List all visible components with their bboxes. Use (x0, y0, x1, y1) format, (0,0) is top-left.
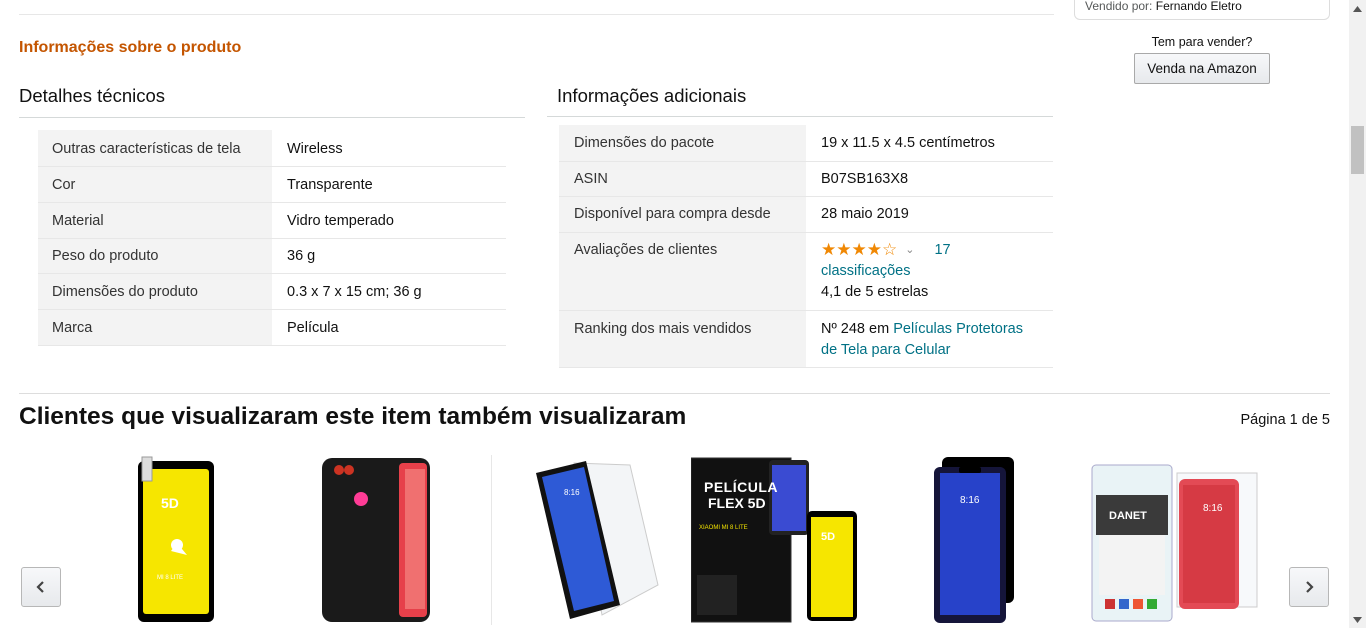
page-scrollbar[interactable] (1349, 0, 1366, 628)
page-indicator: Página 1 de 5 (1240, 412, 1331, 428)
spec-key: Avaliações de clientes (559, 232, 806, 311)
additional-info-table: Dimensões do pacote 19 x 11.5 x 4.5 cent… (559, 125, 1053, 368)
package-subtext: XIAOMI MI 8 LITE (699, 525, 748, 531)
spec-key: ASIN (559, 161, 806, 197)
star-full-icon: ★ (851, 240, 867, 259)
sell-question: Tem para vender? (1151, 35, 1253, 49)
spec-value: 36 g (272, 238, 506, 274)
package-title-1: PELÍCULA (704, 479, 778, 495)
table-row: Outras características de tela Wireless (38, 130, 506, 167)
rating-text: 4,1 de 5 estrelas (821, 283, 929, 300)
carousel-next-button[interactable] (1289, 567, 1329, 607)
product-badge: 5D (821, 531, 836, 543)
spec-key: Dimensões do produto (38, 273, 272, 310)
table-row: Avaliações de clientes ★ ★ ★ ★ ☆ ⌄ 17 cl… (559, 232, 1053, 311)
rating-count-number[interactable]: 17 (934, 240, 950, 261)
spec-value: Wireless (272, 130, 506, 167)
ranking-cell: Nº 248 em Películas Protetoras de Tela p… (806, 310, 1053, 368)
table-row: Marca Película (38, 309, 506, 346)
table-row: Disponível para compra desde 28 maio 201… (559, 196, 1053, 233)
package-title-2: FLEX 5D (708, 495, 766, 511)
sold-by-label: Vendido por: (1085, 0, 1153, 13)
star-rating[interactable]: ★ ★ ★ ★ ☆ (821, 241, 897, 259)
screen-time: 8:16 (1203, 503, 1223, 514)
scroll-down-arrow-icon[interactable] (1349, 611, 1366, 628)
section-divider (19, 393, 1330, 394)
spec-value: 19 x 11.5 x 4.5 centímetros (806, 125, 1053, 162)
spec-key: Cor (38, 166, 272, 203)
spec-key: Dimensões do pacote (559, 125, 806, 162)
carousel-product-5[interactable]: 8:16 (931, 455, 1015, 628)
chevron-right-icon (1306, 581, 1314, 593)
danet-film-package-icon (1091, 464, 1258, 622)
spec-key: Material (38, 202, 272, 239)
svg-text:8:16: 8:16 (564, 488, 580, 497)
table-row: Dimensões do pacote 19 x 11.5 x 4.5 cent… (559, 125, 1053, 162)
seller-box: Vendido por: Fernando Eletro (1074, 0, 1330, 20)
spec-key: Ranking dos mais vendidos (559, 310, 806, 368)
phone-glass-film-icon: 8:16 (536, 461, 659, 619)
star-full-icon: ★ (866, 240, 882, 259)
sold-by-text: Vendido por: Fernando Eletro (1085, 0, 1242, 13)
star-empty-icon: ☆ (882, 240, 898, 259)
table-row: ASIN B07SB163X8 (559, 161, 1053, 197)
sell-on-amazon-button[interactable]: Venda na Amazon (1134, 53, 1270, 84)
additional-heading-rule (547, 116, 1053, 117)
top-divider (19, 14, 1054, 15)
technical-heading-rule (19, 117, 525, 118)
spec-key: Disponível para compra desde (559, 196, 806, 233)
technical-details-heading: Detalhes técnicos (19, 85, 166, 106)
scrollbar-thumb[interactable] (1351, 126, 1364, 174)
package-brand: DANET (1109, 510, 1147, 522)
carousel-product-3[interactable]: 8:16 (534, 455, 660, 628)
star-full-icon: ★ (836, 240, 852, 259)
product-info-title: Informações sobre o produto (19, 39, 242, 56)
table-row: Peso do produto 36 g (38, 238, 506, 274)
carousel-product-6[interactable]: DANET 8:16 (1091, 455, 1259, 628)
scroll-up-arrow-icon[interactable] (1349, 0, 1366, 17)
product-subtext: MI 8 LITE (157, 575, 184, 581)
table-row: Cor Transparente (38, 166, 506, 203)
phone-black-edge-film-icon (934, 457, 1014, 623)
carousel-product-4[interactable]: PELÍCULA FLEX 5D XIAOMI MI 8 LITE 5D (690, 455, 859, 628)
table-row: Ranking dos mais vendidos Nº 248 em Pelí… (559, 310, 1053, 368)
spec-value: 0.3 x 7 x 15 cm; 36 g (272, 273, 506, 310)
rank-category-link-cont[interactable]: de Tela para Celular (821, 342, 951, 358)
star-full-icon: ★ (821, 240, 837, 259)
table-row: Material Vidro temperado (38, 202, 506, 239)
screen-time: 8:16 (960, 495, 980, 506)
additional-info-heading: Informações adicionais (557, 85, 747, 106)
rank-prefix: Nº 248 em (821, 320, 890, 337)
spec-value: B07SB163X8 (806, 161, 1053, 197)
rating-count-link[interactable]: classificações (821, 261, 1038, 282)
spec-key: Marca (38, 309, 272, 346)
phone-film-5d-yellow-icon (138, 456, 214, 622)
rating-cell: ★ ★ ★ ★ ☆ ⌄ 17 classificações 4,1 de 5 e… (806, 232, 1053, 311)
carousel-product-2[interactable] (321, 455, 431, 628)
seller-name-link[interactable]: Fernando Eletro (1156, 0, 1242, 13)
spec-value: Transparente (272, 166, 506, 203)
carousel-divider (491, 455, 492, 625)
product-badge: 5D (161, 495, 179, 511)
spec-value: Vidro temperado (272, 202, 506, 239)
chevron-left-icon (36, 581, 44, 593)
spec-value: Película (272, 309, 506, 346)
carousel-prev-button[interactable] (21, 567, 61, 607)
carousel-product-1[interactable]: 5D MI 8 LITE (137, 455, 217, 628)
table-row: Dimensões do produto 0.3 x 7 x 15 cm; 36… (38, 273, 506, 310)
phone-case-black-icon (322, 458, 430, 622)
carousel-title: Clientes que visualizaram este item tamb… (19, 403, 687, 430)
spec-key: Peso do produto (38, 238, 272, 274)
rank-category-link[interactable]: Películas Protetoras (893, 321, 1023, 337)
spec-key: Outras características de tela (38, 130, 272, 167)
chevron-down-icon[interactable]: ⌄ (905, 240, 914, 261)
spec-value: 28 maio 2019 (806, 196, 1053, 233)
technical-details-table: Outras características de tela Wireless … (38, 130, 506, 346)
